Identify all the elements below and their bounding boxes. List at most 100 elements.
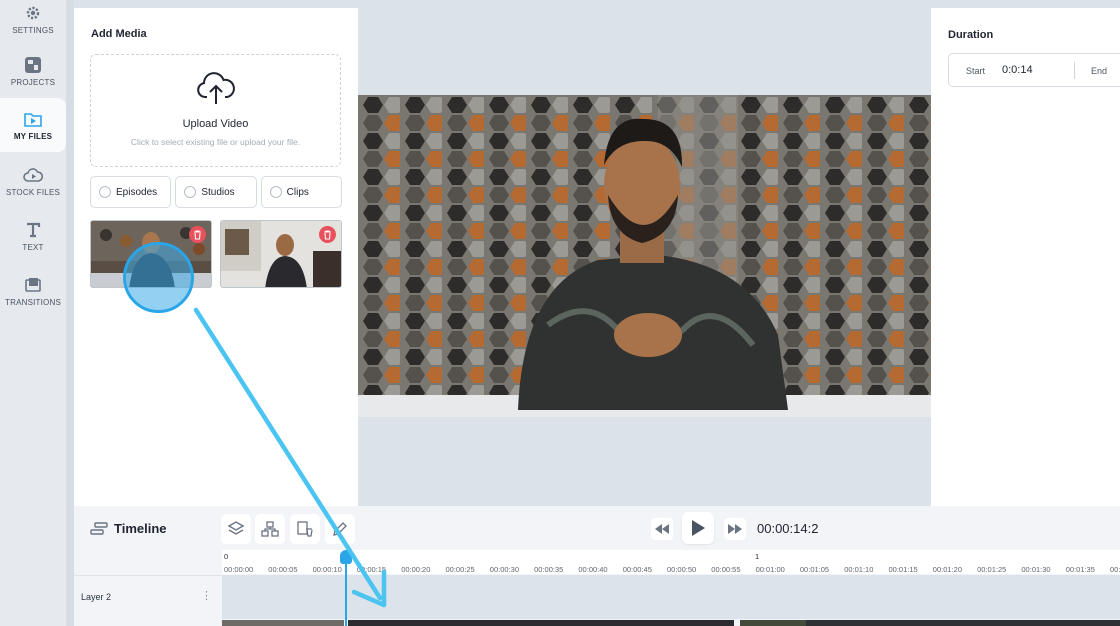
ruler-tick-label: 00:01:40 [1110, 565, 1120, 574]
more-vertical-icon[interactable]: ⋮ [201, 589, 212, 602]
ruler-tick-label: 00:00:45 [622, 565, 652, 574]
nav-text[interactable]: TEXT [0, 209, 66, 263]
cloud-icon [23, 165, 43, 185]
ruler-tick-label: 00:00:10 [312, 565, 342, 574]
split-icon [261, 521, 279, 537]
add-media-panel: Add Media Upload Video Click to select e… [74, 8, 358, 506]
time-readout: 00:00:14:2 [757, 521, 819, 536]
edit-button[interactable] [325, 514, 355, 544]
upload-dropzone[interactable]: Upload Video Click to select existing fi… [90, 54, 341, 167]
layer-row: Layer 2 ⋮ [74, 575, 1120, 619]
ruler-major-tick: 0 [224, 552, 229, 561]
ruler-major-tick: 1 [755, 552, 760, 561]
split-button[interactable] [255, 514, 285, 544]
timeline-header: Timeline 00:00:14:2 [74, 506, 1120, 550]
media-filter-row: Episodes Studios Clips [90, 176, 342, 208]
rewind-button[interactable] [651, 518, 673, 540]
clip-track[interactable] [222, 620, 1120, 626]
ruler-tick-label: 00:00:15 [356, 565, 387, 574]
timeline-title: Timeline [114, 521, 167, 536]
drag-cursor-indicator [123, 242, 194, 313]
timeline-panel: Timeline 00:00:14:2 0 1 00:00:00 00:00:05… [74, 506, 1120, 626]
ruler-tick-label: 00:01:30 [1021, 565, 1051, 574]
layer-header: Layer 2 ⋮ [74, 575, 221, 619]
timeline-ruler[interactable]: 0 1 00:00:00 00:00:05 00:00:10 00:00:15 00:0… [222, 550, 1120, 574]
filter-studios-label: Studios [201, 186, 235, 198]
left-nav: SETTINGS PROJECTS MY FILES STOCK FILES T… [0, 0, 66, 626]
clip[interactable] [222, 620, 344, 626]
nav-projects[interactable]: PROJECTS [0, 44, 66, 98]
duration-panel: Duration Start 0:0:14 End [931, 8, 1120, 506]
text-icon [23, 220, 43, 240]
ruler-tick-label: 00:00:25 [445, 565, 475, 574]
clip[interactable] [348, 620, 734, 626]
start-label: Start [966, 66, 986, 76]
projects-icon [23, 55, 43, 75]
clip[interactable] [806, 620, 1120, 626]
ruler-tick-label: 00:01:15 [888, 565, 918, 574]
delete-icon[interactable] [189, 226, 206, 243]
timeline-icon [90, 522, 108, 541]
play-icon [692, 520, 705, 536]
add-media-title: Add Media [91, 28, 147, 40]
fast-forward-button[interactable] [724, 518, 746, 540]
play-button[interactable] [682, 512, 714, 544]
ruler-tick-label: 00:00:30 [489, 565, 519, 574]
duration-range-field[interactable]: Start 0:0:14 End [948, 53, 1120, 87]
nav-projects-label: PROJECTS [10, 78, 56, 87]
nav-my-files-label: MY FILES [13, 132, 53, 141]
add-layer-button[interactable] [221, 514, 251, 544]
ruler-tick-label: 00:00:55 [711, 565, 741, 574]
nav-stock-files-label: STOCK FILES [5, 188, 61, 197]
ruler-tick-label: 00:00:50 [667, 565, 697, 574]
ruler-tick-label: 00:01:25 [977, 565, 1007, 574]
gutter [66, 0, 74, 626]
filter-episodes[interactable]: Episodes [90, 176, 172, 208]
video-thumbnail[interactable] [220, 220, 342, 288]
video-preview[interactable] [358, 95, 931, 417]
delete-icon[interactable] [319, 226, 336, 243]
ruler-tick-label: 00:00:05 [268, 565, 298, 574]
delete-clip-button[interactable] [290, 514, 320, 544]
layer-track[interactable] [222, 575, 1120, 619]
divider [1074, 62, 1075, 79]
nav-stock-files[interactable]: STOCK FILES [0, 154, 66, 208]
layers-icon [227, 521, 245, 535]
ruler-tick-label: 00:01:05 [799, 565, 830, 574]
upload-title: Upload Video [182, 118, 249, 130]
pencil-icon [333, 522, 347, 536]
cloud-upload-icon [196, 71, 236, 110]
start-time-input[interactable]: 0:0:14 [1002, 64, 1033, 76]
clip[interactable] [740, 620, 806, 626]
radio-icon [184, 186, 197, 198]
nav-settings[interactable]: SETTINGS [0, 0, 66, 46]
nav-my-files[interactable]: MY FILES [0, 98, 66, 152]
filter-clips-label: Clips [286, 186, 309, 198]
nav-transitions-label: TRANSITIONS [5, 298, 61, 307]
upload-subtitle: Click to select existing file or upload … [130, 137, 301, 147]
end-label: End [1091, 66, 1108, 76]
layer-name: Layer 2 [81, 592, 112, 602]
my-files-icon [23, 109, 43, 129]
clip-delete-icon [297, 521, 313, 537]
rewind-icon [655, 524, 669, 534]
playhead[interactable] [345, 556, 347, 626]
nav-settings-label: SETTINGS [12, 26, 54, 35]
ruler-tick-label: 00:01:35 [1065, 565, 1095, 574]
fast-forward-icon [728, 524, 742, 534]
preview-frame [358, 95, 931, 417]
ruler-tick-label: 00:00:40 [578, 565, 608, 574]
filter-studios[interactable]: Studios [175, 176, 257, 208]
ruler-tick-label: 00:01:20 [932, 565, 962, 574]
ruler-tick-label: 00:01:00 [755, 565, 785, 574]
transitions-icon [23, 275, 43, 295]
duration-title: Duration [948, 29, 994, 41]
filter-clips[interactable]: Clips [260, 176, 342, 208]
ruler-tick-label: 00:01:10 [844, 565, 874, 574]
radio-icon [99, 186, 111, 198]
ruler-tick-label: 00:00:00 [224, 565, 254, 574]
filter-episodes-label: Episodes [116, 186, 158, 198]
ruler-tick-label: 00:00:35 [534, 565, 564, 574]
ruler-tick-label: 00:00:20 [401, 565, 431, 574]
nav-transitions[interactable]: TRANSITIONS [0, 264, 66, 318]
